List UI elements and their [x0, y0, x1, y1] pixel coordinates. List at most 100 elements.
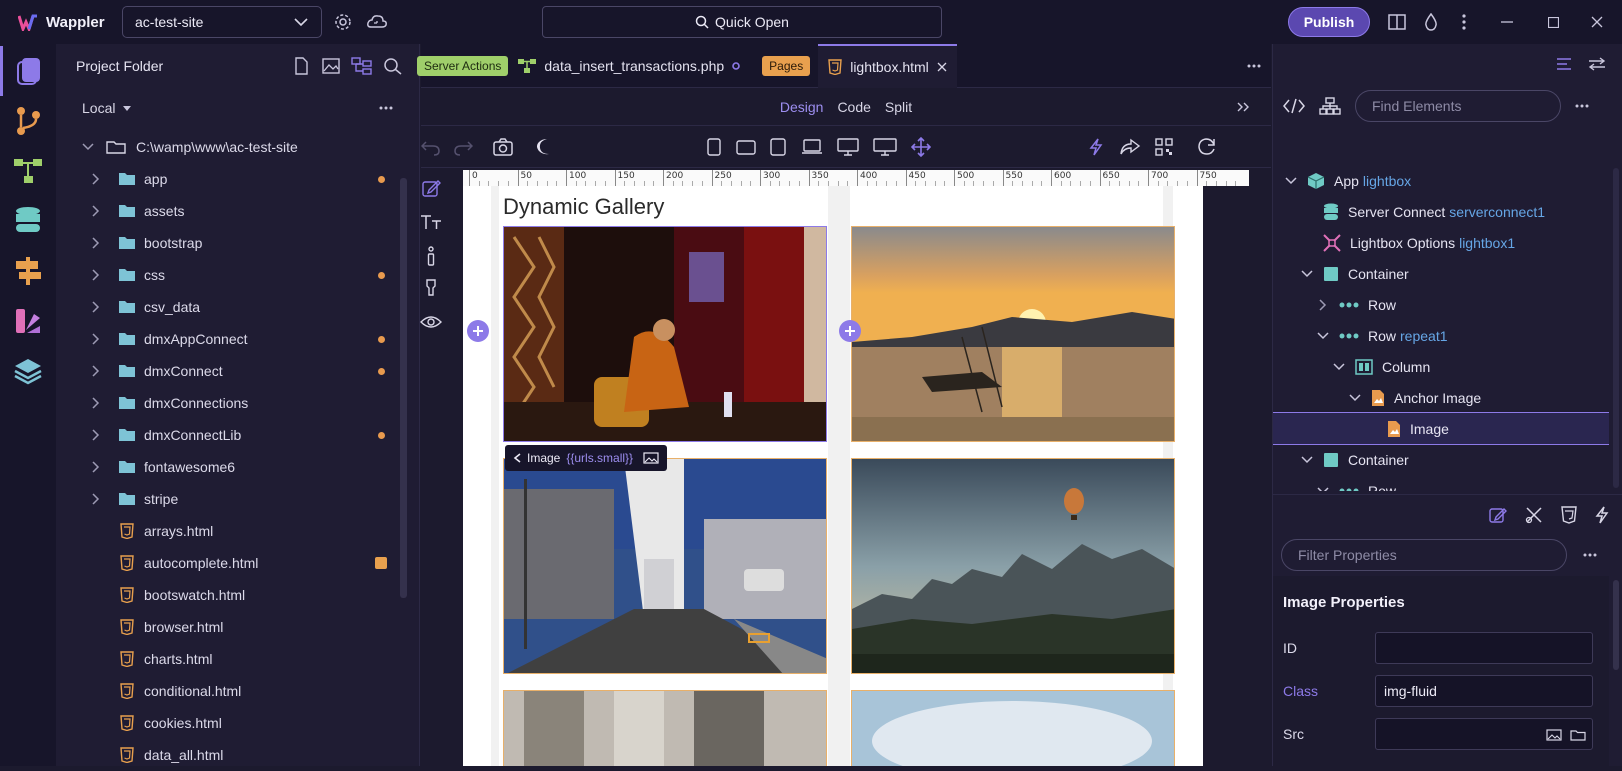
file-item[interactable]: data_all.html [56, 739, 419, 771]
element-tree-item[interactable]: Column [1273, 351, 1609, 382]
tablet-viewport-icon[interactable] [770, 138, 786, 156]
chevrons-right-icon[interactable] [1237, 102, 1249, 112]
design-palette-icon[interactable] [0, 296, 56, 346]
filter-properties-input[interactable]: Filter Properties [1281, 539, 1567, 571]
camera-icon[interactable] [493, 138, 513, 156]
dark-mode-moon-icon[interactable] [535, 138, 553, 156]
workflow-icon[interactable] [0, 146, 56, 196]
file-item[interactable]: bootswatch.html [56, 579, 419, 611]
design-view-tab[interactable]: Design [780, 99, 824, 115]
database-icon[interactable] [0, 196, 56, 246]
css3-icon[interactable] [1561, 505, 1577, 524]
folder-item[interactable]: dmxConnections [56, 387, 419, 419]
share-export-icon[interactable] [1119, 138, 1141, 156]
brush-icon[interactable] [422, 278, 440, 298]
class-input[interactable]: img-fluid [1375, 674, 1593, 707]
chevron-down-icon[interactable] [1285, 176, 1305, 185]
git-branch-icon[interactable] [0, 96, 56, 146]
lightning-icon[interactable] [1089, 138, 1103, 156]
file-tree-scrollbar[interactable] [400, 178, 407, 598]
fluid-width-move-icon[interactable] [911, 137, 931, 157]
tab-data-insert-transactions[interactable]: data_insert_transactions.php [508, 44, 750, 88]
folder-item[interactable]: csv_data [56, 291, 419, 323]
info-icon[interactable] [425, 246, 437, 266]
chevron-down-icon[interactable] [1317, 486, 1337, 491]
element-tree-item[interactable]: Row [1273, 475, 1609, 491]
element-tree-item[interactable]: Lightbox Options lightbox1 [1273, 227, 1609, 258]
close-tab-icon[interactable] [937, 62, 947, 72]
redo-icon[interactable] [453, 138, 473, 156]
folder-browse-icon[interactable] [1570, 729, 1586, 741]
location-selector[interactable]: Local [82, 100, 132, 116]
gallery-image-city-buildings[interactable] [503, 690, 827, 766]
chevron-left-icon[interactable] [513, 453, 521, 463]
folder-item[interactable]: css [56, 259, 419, 291]
publish-button[interactable]: Publish [1288, 7, 1370, 37]
image-icon[interactable] [643, 452, 659, 464]
element-tree-item[interactable]: Server Connect serverconnect1 [1273, 196, 1609, 227]
file-item[interactable]: arrays.html [56, 515, 419, 547]
maximize-icon[interactable] [1536, 5, 1570, 39]
add-column-button[interactable] [839, 320, 861, 342]
file-item[interactable]: conditional.html [56, 675, 419, 707]
typography-icon[interactable] [420, 212, 442, 232]
phone-viewport-icon[interactable] [707, 138, 721, 156]
image-picker-icon[interactable] [1546, 728, 1562, 741]
folder-item[interactable]: fontawesome6 [56, 451, 419, 483]
folder-item[interactable]: assets [56, 195, 419, 227]
element-tree-item[interactable]: Row [1273, 289, 1609, 320]
refresh-icon[interactable] [1197, 137, 1217, 157]
desktop-viewport-icon[interactable] [837, 138, 859, 156]
tab-lightbox-html[interactable]: lightbox.html [818, 43, 957, 88]
file-item[interactable]: browser.html [56, 611, 419, 643]
wide-desktop-viewport-icon[interactable] [873, 138, 897, 156]
gallery-image-street[interactable] [503, 458, 827, 674]
selected-element-label[interactable]: Image {{urls.small}} [505, 445, 668, 471]
chevron-down-icon[interactable] [1301, 269, 1321, 278]
site-selector[interactable]: ac-test-site [122, 6, 322, 38]
quick-open-button[interactable]: Quick Open [542, 6, 942, 38]
file-item[interactable]: charts.html [56, 643, 419, 675]
settings-gear-icon[interactable] [326, 5, 360, 39]
add-element-button[interactable] [467, 320, 489, 342]
find-elements-input[interactable]: Find Elements [1355, 90, 1561, 122]
gallery-image-monk[interactable] [503, 226, 827, 442]
code-view-tab[interactable]: Code [837, 99, 870, 115]
folder-item[interactable]: app [56, 163, 419, 195]
folder-item[interactable]: dmxConnectLib [56, 419, 419, 451]
eye-preview-icon[interactable] [420, 314, 442, 330]
folder-item[interactable]: stripe [56, 483, 419, 515]
edit-properties-icon[interactable] [1489, 506, 1507, 524]
new-file-icon[interactable] [291, 57, 311, 75]
element-tree-item[interactable]: Image [1273, 412, 1609, 445]
layout-panels-icon[interactable] [1380, 5, 1414, 39]
cloud-sync-icon[interactable] [360, 5, 394, 39]
chevron-down-icon[interactable] [1333, 362, 1353, 371]
search-files-icon[interactable] [383, 57, 403, 75]
element-tree-scrollbar[interactable] [1613, 168, 1619, 488]
chevron-down-icon[interactable] [1349, 393, 1369, 402]
qr-code-icon[interactable] [1155, 138, 1173, 156]
id-input[interactable] [1375, 631, 1593, 664]
chevron-down-icon[interactable] [1301, 455, 1321, 464]
folder-item[interactable]: bootstrap [56, 227, 419, 259]
file-item[interactable]: autocomplete.html [56, 547, 419, 579]
more-options-icon[interactable] [379, 106, 393, 110]
api-signpost-icon[interactable] [0, 246, 56, 296]
element-tree-item[interactable]: Row repeat1 [1273, 320, 1609, 351]
laptop-viewport-icon[interactable] [801, 138, 823, 156]
split-view-tab[interactable]: Split [885, 99, 912, 115]
tree-root-folder[interactable]: C:\wamp\www\ac-test-site [56, 131, 419, 163]
element-tree-item[interactable]: Anchor Image [1273, 382, 1609, 413]
undo-icon[interactable] [421, 138, 441, 156]
minimize-icon[interactable] [1490, 5, 1524, 39]
project-files-icon[interactable] [0, 46, 56, 96]
gallery-image-balloon-mountains[interactable] [851, 458, 1175, 674]
code-brackets-icon[interactable] [1283, 98, 1305, 114]
src-input[interactable] [1375, 717, 1593, 750]
tools-icon[interactable] [1525, 506, 1543, 524]
phone-landscape-viewport-icon[interactable] [736, 140, 756, 156]
tree-view-icon[interactable] [351, 57, 373, 75]
file-item[interactable]: cookies.html [56, 707, 419, 739]
layers-icon[interactable] [0, 346, 56, 396]
